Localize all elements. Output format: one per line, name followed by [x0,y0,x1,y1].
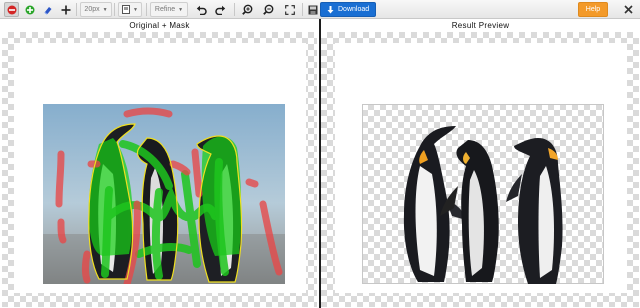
save-button[interactable] [305,2,320,17]
view-mode-select[interactable]: ▼ [118,2,142,17]
panel-title-original: Original + Mask [129,21,190,30]
undo-icon [196,5,207,15]
result-image [403,126,563,284]
help-button[interactable]: Help [578,2,608,17]
save-icon [308,5,317,14]
download-icon [327,5,334,13]
canvas-background [2,32,317,307]
chevron-down-icon: ▼ [133,6,138,13]
chevron-down-icon: ▼ [102,6,108,13]
preview-canvas [321,32,639,307]
pan-button[interactable] [58,2,73,17]
result-penguin-middle [440,140,499,282]
refine-select[interactable]: Refine ▼ [150,2,188,17]
close-button[interactable] [620,2,636,17]
help-label: Help [585,6,601,13]
panel-title-result: Result Preview [451,21,510,30]
redo-button[interactable] [213,2,228,17]
refine-label: Refine [154,6,176,13]
download-label: Download [338,6,370,13]
photo-with-mask[interactable] [43,104,285,284]
fit-screen-button[interactable] [282,2,297,17]
result-penguin-right [506,138,563,284]
result-preview-panel: Result Preview [321,19,640,308]
chevron-down-icon: ▼ [178,6,184,13]
brush-size-value: 20px [84,6,100,13]
result-penguin-left [403,126,466,282]
redo-icon [215,5,226,15]
view-mode-icon [122,5,131,14]
zoom-in-button[interactable] [240,2,255,17]
fit-screen-icon [284,4,295,15]
toolbar: 20px ▼ ▼ Refine ▼ Download Help [0,0,640,19]
pan-icon [61,5,70,14]
eraser-button[interactable] [40,2,55,17]
keep-brush-button[interactable] [22,2,37,17]
zoom-out-button[interactable] [261,2,276,17]
undo-button[interactable] [194,2,209,17]
brush-size-select[interactable]: 20px ▼ [80,2,112,17]
remove-brush-button[interactable] [4,2,19,17]
remove-brush-icon [7,5,16,14]
zoom-in-icon [242,4,253,15]
close-icon [623,5,633,14]
original-mask-panel: Original + Mask [0,19,319,308]
keep-brush-icon [25,5,34,14]
zoom-out-icon [263,4,274,15]
eraser-icon [43,6,51,14]
download-button[interactable]: Download [320,2,377,17]
